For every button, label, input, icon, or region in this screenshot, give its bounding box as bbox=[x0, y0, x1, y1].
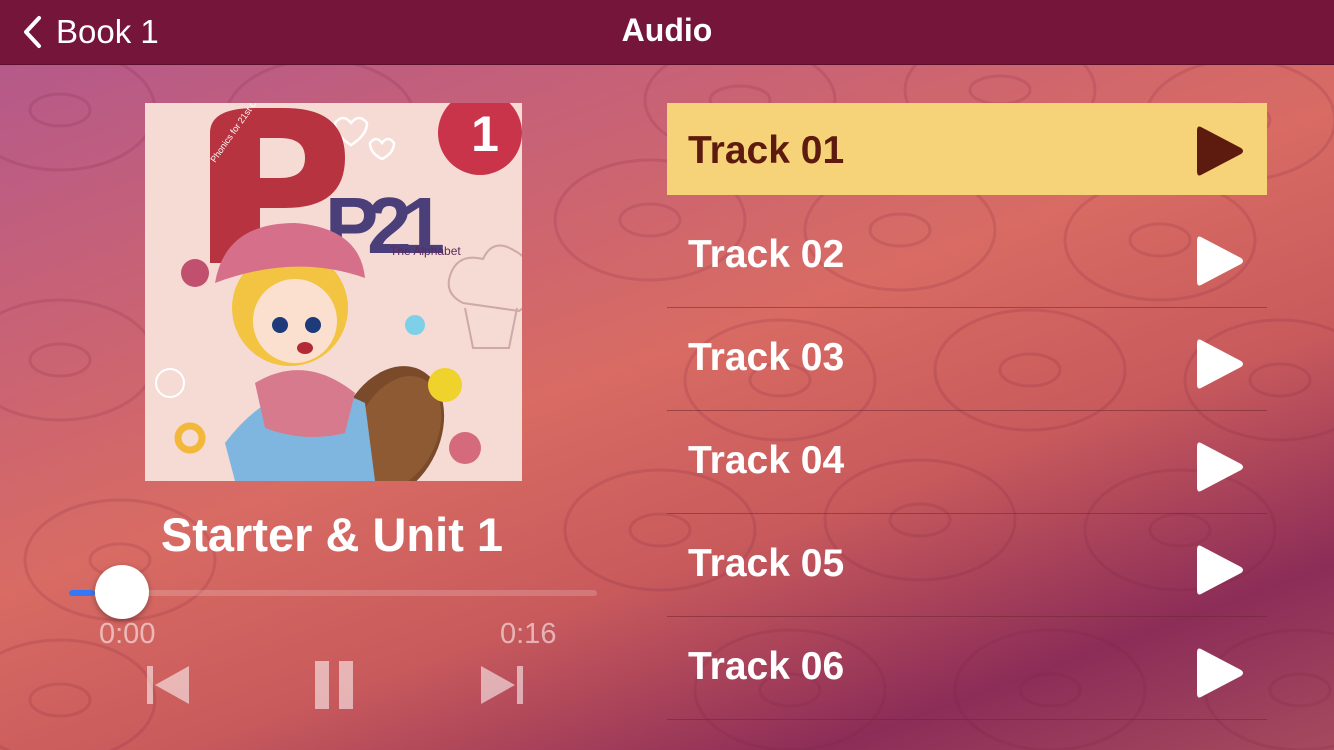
current-time: 0:00 bbox=[99, 618, 156, 650]
play-icon bbox=[1197, 545, 1243, 595]
cover-subtitle: The Alphabet bbox=[390, 244, 461, 258]
track-label: Track 03 bbox=[688, 336, 845, 379]
skip-next-icon bbox=[481, 666, 523, 704]
pause-button[interactable] bbox=[306, 660, 362, 710]
page-title: Audio bbox=[621, 12, 713, 48]
play-track-button[interactable] bbox=[1195, 123, 1245, 179]
track-label: Track 04 bbox=[688, 439, 845, 482]
previous-track-button[interactable] bbox=[140, 660, 196, 710]
track-row[interactable]: Track 05 bbox=[667, 514, 1267, 617]
track-label: Track 05 bbox=[688, 542, 845, 585]
play-track-button[interactable] bbox=[1195, 233, 1245, 289]
track-label: Track 06 bbox=[688, 645, 845, 688]
navigation-bar: Book 1 Audio bbox=[0, 0, 1334, 65]
next-track-button[interactable] bbox=[474, 660, 530, 710]
progress-fill bbox=[69, 590, 96, 596]
play-track-button[interactable] bbox=[1195, 542, 1245, 598]
cover-number: 1 bbox=[471, 106, 499, 162]
pause-icon bbox=[315, 661, 353, 709]
play-track-button[interactable] bbox=[1195, 336, 1245, 392]
duration-time: 0:16 bbox=[500, 618, 557, 650]
play-icon bbox=[1197, 648, 1243, 698]
play-icon bbox=[1197, 339, 1243, 389]
track-list: Track 01 Track 02 Track 03 Track 04 Track 05… bbox=[667, 103, 1267, 720]
skip-previous-icon bbox=[147, 666, 189, 704]
play-icon bbox=[1197, 126, 1243, 176]
play-track-button[interactable] bbox=[1195, 645, 1245, 701]
track-row[interactable]: Track 03 bbox=[667, 308, 1267, 411]
progress-slider-thumb[interactable] bbox=[95, 565, 149, 619]
now-playing-title: Starter & Unit 1 bbox=[160, 508, 504, 561]
album-cover-art: 1 Phonics for 21st Century Kids P21 The … bbox=[145, 103, 522, 481]
play-icon bbox=[1197, 442, 1243, 492]
track-row[interactable]: Track 06 bbox=[667, 617, 1267, 720]
play-icon bbox=[1197, 236, 1243, 286]
track-row[interactable]: Track 02 bbox=[667, 205, 1267, 308]
album-cover: 1 Phonics for 21st Century Kids P21 The … bbox=[145, 103, 522, 481]
track-row[interactable]: Track 04 bbox=[667, 411, 1267, 514]
play-track-button[interactable] bbox=[1195, 439, 1245, 495]
track-label: Track 01 bbox=[688, 129, 845, 172]
track-label: Track 02 bbox=[688, 233, 845, 276]
track-row[interactable]: Track 01 bbox=[667, 103, 1267, 195]
